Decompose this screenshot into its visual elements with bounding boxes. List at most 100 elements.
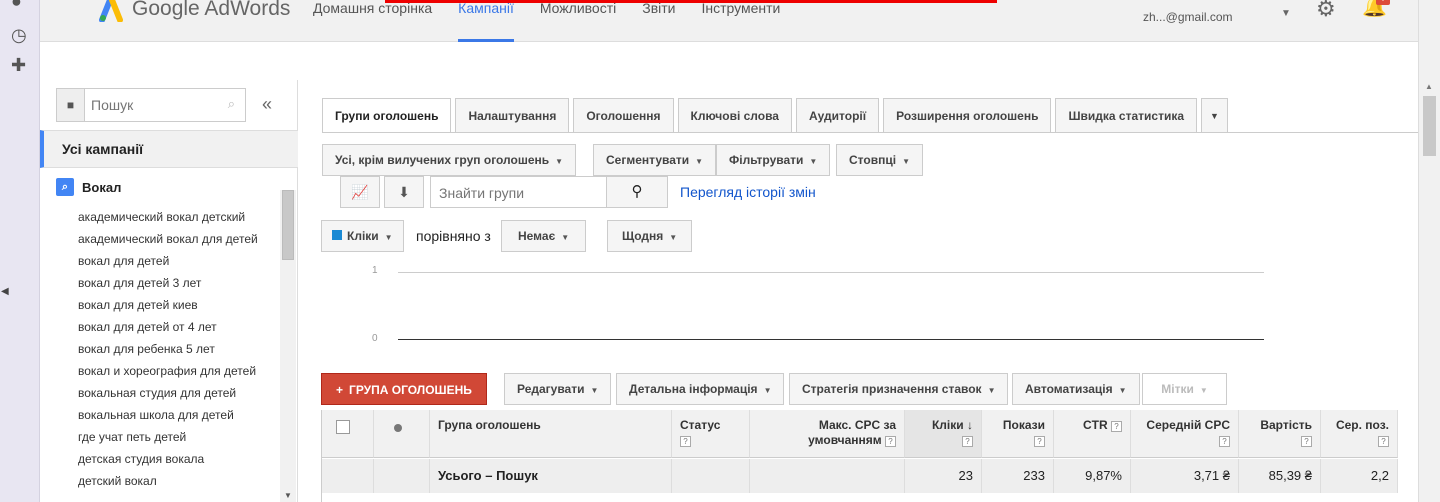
period-dropdown[interactable]: Щодня ▼: [607, 220, 693, 252]
help-icon[interactable]: ?: [885, 436, 896, 447]
header-max-cpc[interactable]: Макс. CPC за умовчанням ?: [750, 410, 905, 458]
account-caret-icon[interactable]: ▼: [1281, 8, 1291, 19]
gear-icon[interactable]: ⚙: [1316, 0, 1336, 22]
header-ctr-label: CTR: [1082, 418, 1108, 432]
search-icon[interactable]: ⌕: [228, 96, 235, 112]
baseline: [398, 339, 1264, 340]
metric-color-swatch: [332, 230, 342, 240]
segment-label: Сегментувати: [606, 153, 690, 167]
nav-tools[interactable]: Інструменти: [689, 0, 794, 42]
notification-badge: !: [1376, 0, 1390, 5]
grid-line: [398, 272, 1264, 273]
change-history-link[interactable]: Перегляд історії змін: [680, 184, 816, 200]
page-scrollbar[interactable]: ▲: [1418, 0, 1440, 502]
header-avg-cpc[interactable]: Середній CPC?: [1131, 410, 1239, 458]
ad-group-item[interactable]: академический вокал для детей: [78, 228, 278, 250]
columns-dropdown[interactable]: Стовпці ▼: [836, 144, 923, 176]
scroll-down-icon[interactable]: ▼: [284, 491, 292, 500]
header-group[interactable]: Група оголошень: [430, 410, 672, 458]
ad-group-item[interactable]: вокал для детей от 4 лет: [78, 316, 278, 338]
compare-dropdown[interactable]: Немає ▼: [501, 220, 587, 252]
nav-campaigns[interactable]: Кампанії: [445, 0, 527, 42]
help-icon[interactable]: ?: [1219, 436, 1230, 447]
tab-ad-groups[interactable]: Групи оголошень: [322, 98, 452, 133]
find-search-button[interactable]: ⚲: [606, 176, 668, 208]
automation-dropdown[interactable]: Автоматизація ▼: [1012, 373, 1140, 405]
account-email[interactable]: zh...@gmail.com: [1143, 10, 1233, 24]
status-dot-header: [374, 410, 430, 458]
tab-keywords[interactable]: Ключові слова: [677, 98, 792, 132]
sidebar-scrollbar[interactable]: ▼: [280, 190, 296, 502]
metric-dropdown[interactable]: Кліки ▼: [321, 220, 404, 252]
scroll-up-icon[interactable]: ▲: [1425, 82, 1433, 91]
campaign-item[interactable]: ⌕ Вокал: [56, 178, 121, 196]
more-tabs-button[interactable]: ▼: [1201, 98, 1228, 132]
caret-down-icon: ▼: [561, 233, 570, 242]
header-status[interactable]: Статус?: [672, 410, 750, 458]
help-icon[interactable]: ?: [1378, 436, 1389, 447]
edit-dropdown[interactable]: Редагувати ▼: [504, 373, 612, 405]
y-tick-label: 0: [372, 333, 378, 344]
ad-group-item[interactable]: вокал для ребенка 5 лет: [78, 338, 278, 360]
caret-down-icon: ▼: [695, 157, 704, 166]
find-groups-input[interactable]: [439, 183, 609, 203]
ad-group-item[interactable]: вокал для детей: [78, 250, 278, 272]
help-icon[interactable]: ?: [1111, 421, 1122, 432]
help-icon[interactable]: ?: [962, 436, 973, 447]
ad-groups-table: Група оголошень Статус? Макс. CPC за умо…: [321, 410, 1398, 502]
header-clicks[interactable]: Кліки ↓?: [905, 410, 982, 458]
caret-down-icon: ▼: [1118, 386, 1127, 395]
tab-quick-stats[interactable]: Швидка статистика: [1055, 98, 1197, 132]
help-icon[interactable]: ?: [1301, 436, 1312, 447]
ad-group-item[interactable]: детская студия вокала: [78, 448, 278, 470]
ad-group-item[interactable]: детский вокал: [78, 470, 278, 492]
add-icon[interactable]: ✚: [11, 56, 26, 74]
ad-group-item[interactable]: академический вокал детский: [78, 206, 278, 228]
filter-label: Фільтрувати: [729, 153, 804, 167]
nav-home[interactable]: Домашня сторінка: [300, 0, 445, 42]
sidebar-scroll-thumb[interactable]: [282, 190, 294, 260]
tab-ad-extensions[interactable]: Розширення оголошень: [883, 98, 1052, 132]
ad-group-list: академический вокал детский академически…: [78, 206, 278, 492]
ad-group-item[interactable]: вокал для детей 3 лет: [78, 272, 278, 294]
collapse-rail-icon[interactable]: ◀: [1, 286, 9, 297]
tab-settings[interactable]: Налаштування: [455, 98, 570, 132]
help-icon[interactable]: ?: [1034, 436, 1045, 447]
edit-label: Редагувати: [517, 382, 585, 396]
details-dropdown[interactable]: Детальна інформація ▼: [616, 373, 785, 405]
header-cost[interactable]: Вартість?: [1239, 410, 1321, 458]
header-ctr[interactable]: CTR ?: [1054, 410, 1131, 458]
user-icon[interactable]: ●: [11, 0, 22, 10]
scope-dropdown[interactable]: Усі, крім вилучених груп оголошень ▼: [322, 144, 577, 176]
tab-ads[interactable]: Оголошення: [573, 98, 674, 132]
nav-reports[interactable]: Звіти: [629, 0, 688, 42]
add-ad-group-label: ГРУПА ОГОЛОШЕНЬ: [349, 383, 472, 397]
add-ad-group-button[interactable]: + ГРУПА ОГОЛОШЕНЬ: [321, 373, 487, 405]
folder-icon[interactable]: ■: [57, 89, 85, 121]
segment-dropdown[interactable]: Сегментувати ▼: [593, 144, 717, 176]
collapse-sidebar-button[interactable]: «: [262, 94, 272, 115]
ad-group-item[interactable]: вокал и хореография для детей: [78, 360, 278, 382]
all-campaigns-item[interactable]: Усі кампанії: [40, 130, 298, 168]
caret-down-icon: ▼: [809, 157, 818, 166]
header-avg-pos[interactable]: Сер. поз.?: [1321, 410, 1398, 458]
download-icon[interactable]: ⬇: [384, 176, 424, 208]
select-all-checkbox[interactable]: [336, 420, 350, 434]
tab-audiences[interactable]: Аудиторії: [795, 98, 880, 132]
ad-group-item[interactable]: вокальная студия для детей: [78, 382, 278, 404]
ad-group-item[interactable]: вокальная школа для детей: [78, 404, 278, 426]
scroll-thumb[interactable]: [1423, 96, 1436, 156]
header-impressions[interactable]: Покази?: [982, 410, 1054, 458]
labels-dropdown[interactable]: Мітки ▼: [1142, 373, 1227, 405]
ad-group-item[interactable]: где учат петь детей: [78, 426, 278, 448]
sidebar-search-input[interactable]: [91, 95, 211, 115]
nav-opportunities[interactable]: Можливості: [527, 0, 629, 42]
ad-group-item[interactable]: вокал для детей киев: [78, 294, 278, 316]
history-icon[interactable]: ◷: [11, 26, 27, 44]
help-icon[interactable]: ?: [680, 436, 691, 447]
adwords-logo[interactable]: Google AdWords: [98, 0, 290, 24]
bid-strategy-dropdown[interactable]: Стратегія призначення ставок ▼: [789, 373, 1009, 405]
status-dot-icon: [394, 424, 402, 432]
filter-dropdown[interactable]: Фільтрувати ▼: [716, 144, 831, 176]
chart-toggle-icon[interactable]: 📈: [340, 176, 380, 208]
